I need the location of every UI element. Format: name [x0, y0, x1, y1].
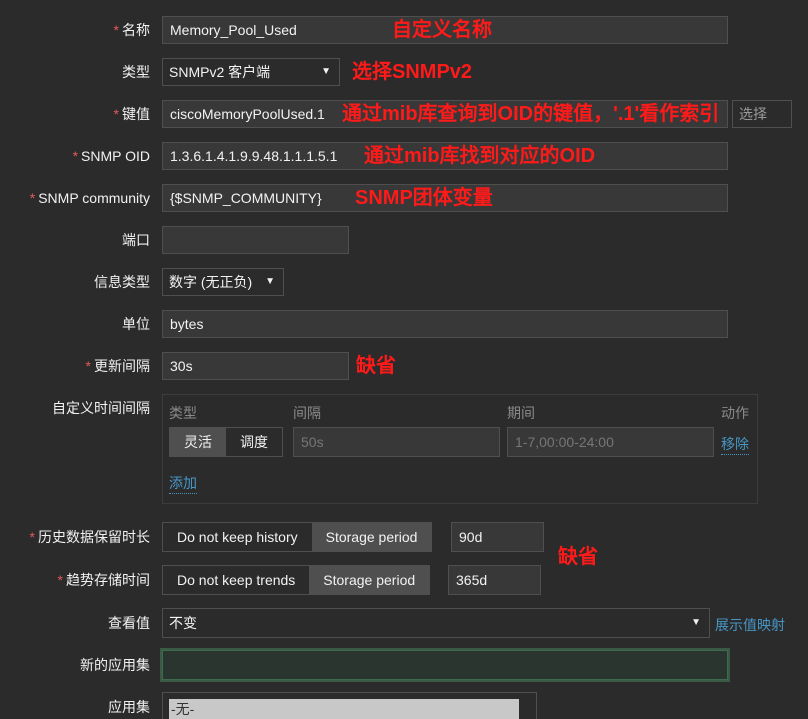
key-label: * 键值 — [113, 106, 150, 122]
custom-intervals-table: 类型 间隔 期间 动作 灵活 调度 50s 1-7,00:00-24:00 移除… — [162, 394, 758, 504]
info-type-select[interactable]: 数字 (无正负) ▼ — [162, 268, 284, 296]
interval-input[interactable]: 30s — [162, 352, 349, 380]
show-valuemap-link[interactable]: 展示值映射 — [715, 615, 785, 635]
trends-toggle[interactable]: Do not keep trends Storage period — [162, 565, 431, 595]
units-label: 单位 — [122, 316, 150, 332]
header-type: 类型 — [169, 405, 197, 421]
custom-interval-input[interactable]: 50s — [293, 427, 500, 457]
type-label: 类型 — [122, 64, 150, 80]
new-app-input[interactable] — [162, 650, 728, 680]
trends-storage-option[interactable]: Storage period — [309, 566, 430, 594]
apps-option-none[interactable]: -无- — [169, 699, 519, 719]
remove-link[interactable]: 移除 — [721, 434, 749, 455]
scheduling-option[interactable]: 调度 — [226, 428, 282, 456]
history-label: * 历史数据保留时长 — [29, 529, 150, 545]
units-input[interactable]: bytes — [162, 310, 728, 338]
valuemap-label: 查看值 — [108, 615, 150, 631]
interval-annotation: 缺省 — [356, 355, 396, 377]
history-storage-option[interactable]: Storage period — [311, 523, 432, 551]
chevron-down-icon: ▼ — [265, 276, 275, 287]
type-annotation: 选择SNMPv2 — [352, 61, 473, 83]
flexible-option[interactable]: 灵活 — [170, 428, 226, 456]
history-annotation: 缺省 — [558, 546, 598, 568]
info-type-label: 信息类型 — [94, 274, 150, 290]
custom-intervals-label: 自定义时间间隔 — [52, 400, 150, 416]
apps-label: 应用集 — [108, 699, 150, 715]
new-app-label: 新的应用集 — [80, 657, 150, 673]
oid-label: * SNMP OID — [72, 148, 150, 164]
no-trends-option[interactable]: Do not keep trends — [163, 566, 309, 594]
name-label: * 名称 — [113, 22, 150, 38]
history-input[interactable]: 90d — [451, 522, 544, 552]
community-annotation: SNMP团体变量 — [355, 187, 493, 209]
custom-period-input[interactable]: 1-7,00:00-24:00 — [507, 427, 714, 457]
chevron-down-icon: ▼ — [321, 66, 331, 77]
key-annotation: 通过mib库查询到OID的键值，'.1'看作索引 — [342, 103, 720, 125]
port-input[interactable] — [162, 226, 349, 254]
add-link[interactable]: 添加 — [169, 473, 197, 494]
name-annotation: 自定义名称 — [392, 19, 492, 41]
interval-type-toggle[interactable]: 灵活 调度 — [169, 427, 283, 457]
trends-input[interactable]: 365d — [448, 565, 541, 595]
port-label: 端口 — [122, 232, 150, 248]
chevron-down-icon: ▼ — [691, 617, 701, 628]
trends-label: * 趋势存储时间 — [57, 572, 150, 588]
header-period: 期间 — [507, 405, 535, 421]
header-interval: 间隔 — [293, 405, 321, 421]
community-label: * SNMP community — [29, 190, 150, 206]
no-history-option[interactable]: Do not keep history — [163, 523, 312, 551]
type-select[interactable]: SNMPv2 客户端 ▼ — [162, 58, 340, 86]
valuemap-select[interactable]: 不变 ▼ — [162, 608, 710, 638]
interval-label: * 更新间隔 — [85, 358, 150, 374]
history-toggle[interactable]: Do not keep history Storage period — [162, 522, 433, 552]
key-select-button[interactable]: 选择 — [732, 100, 792, 128]
apps-listbox[interactable]: -无- — [162, 692, 537, 719]
oid-annotation: 通过mib库找到对应的OID — [364, 145, 596, 167]
header-action: 动作 — [721, 405, 749, 421]
